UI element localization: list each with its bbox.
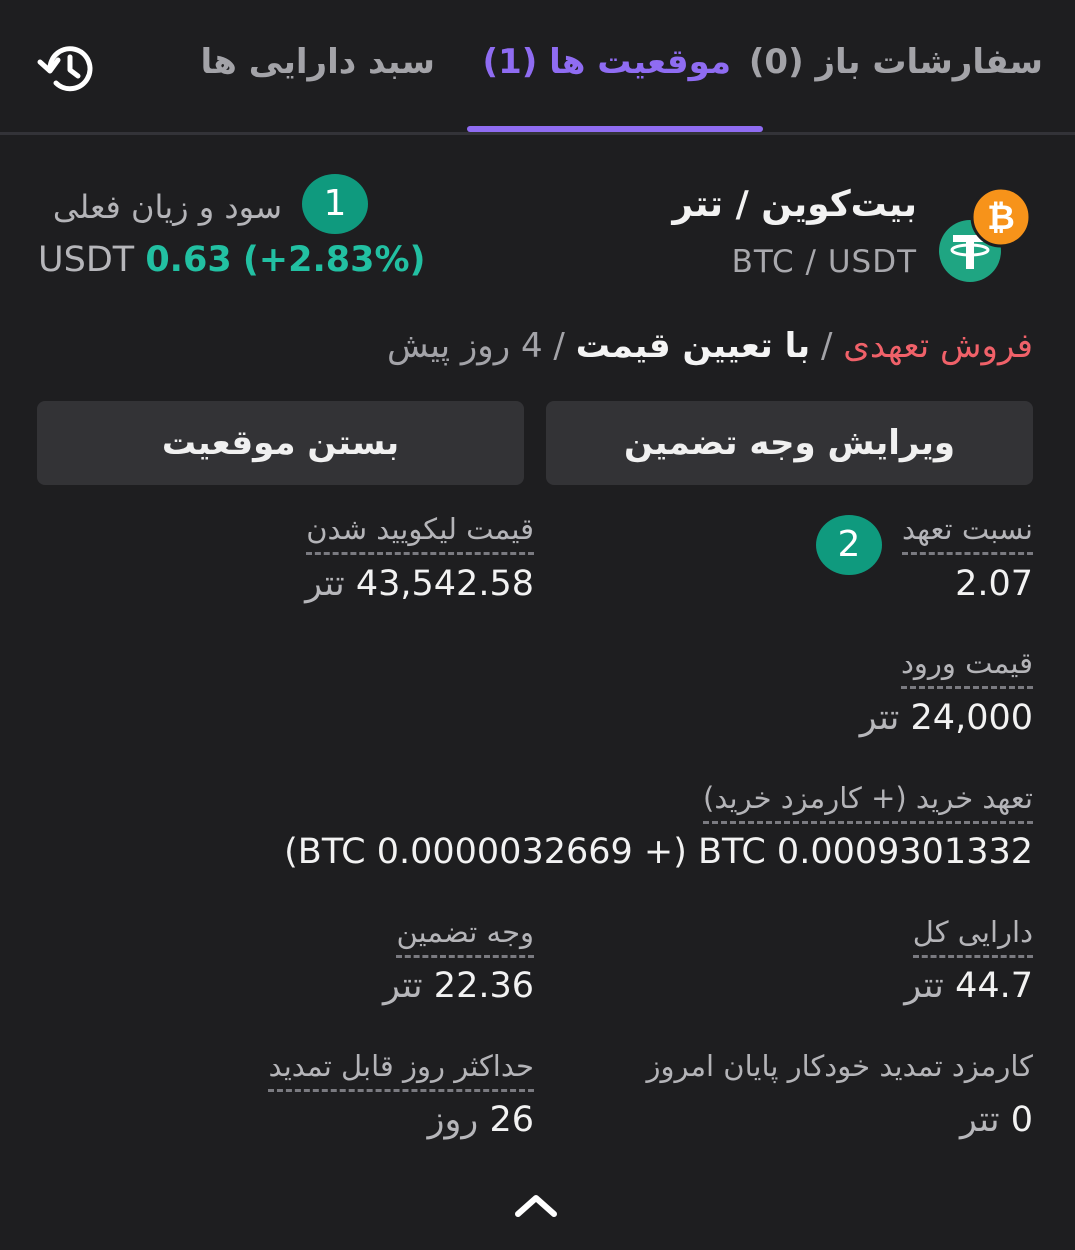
total-assets-label[interactable]: دارایی کل xyxy=(912,915,1033,958)
renewal-fee-unit: تتر xyxy=(959,1100,1000,1140)
pnl-percent: (+2.83%) xyxy=(242,240,426,280)
liquidation-price-value: 43,542.58 تتر xyxy=(305,564,534,604)
entry-price-value: 24,000 تتر xyxy=(860,698,1033,738)
history-icon[interactable] xyxy=(36,40,98,98)
total-assets-unit: تتر xyxy=(904,966,944,1006)
tab-positions[interactable]: موقعیت ها (1) xyxy=(483,42,731,82)
pair-title: بیت‌کوین / تتر xyxy=(672,184,917,225)
margin-label[interactable]: وجه تضمین xyxy=(396,915,534,958)
total-assets-number: 44.7 xyxy=(955,966,1033,1006)
leverage-label[interactable]: نسبت تعهد xyxy=(901,512,1033,555)
step-badge-2: 2 xyxy=(816,515,882,575)
liquidation-price-unit: تتر xyxy=(305,564,345,604)
svg-text:₿: ₿ xyxy=(987,198,1015,238)
tab-open-orders[interactable]: سفارشات باز (0) xyxy=(749,42,1043,82)
pnl-currency: USDT xyxy=(38,240,135,280)
pair-symbol: BTC / USDT xyxy=(731,244,917,280)
entry-price-number: 24,000 xyxy=(910,698,1033,738)
commitment-label[interactable]: تعهد خرید (+ کارمزد خرید) xyxy=(703,781,1033,824)
close-position-button[interactable]: بستن موقعیت xyxy=(37,401,524,485)
chevron-up-icon[interactable] xyxy=(512,1190,560,1220)
separator: / xyxy=(820,326,833,366)
max-days-label[interactable]: حداکثر روز قابل تمدید xyxy=(268,1049,534,1092)
liquidation-price-label[interactable]: قیمت لیکویید شدن xyxy=(306,512,534,555)
max-days-number: 26 xyxy=(489,1100,534,1140)
order-type: با تعیین قیمت xyxy=(575,326,811,366)
margin-number: 22.36 xyxy=(433,966,534,1006)
entry-price-unit: تتر xyxy=(859,698,900,738)
pnl-value: USDT 0.63 (+2.83%) xyxy=(38,240,426,280)
margin-unit: تتر xyxy=(383,966,423,1006)
entry-price-label[interactable]: قیمت ورود xyxy=(900,646,1033,689)
position-side: فروش تعهدی xyxy=(843,326,1033,366)
max-days-value: 26 روز xyxy=(428,1100,534,1140)
max-days-unit: روز xyxy=(427,1100,479,1140)
total-assets-value: 44.7 تتر xyxy=(904,966,1033,1006)
position-time: 4 روز پیش xyxy=(387,326,543,366)
step-badge-1: 1 xyxy=(302,174,368,234)
leverage-value: 2.07 xyxy=(955,564,1033,604)
position-info: فروش تعهدی / با تعیین قیمت / 4 روز پیش xyxy=(387,326,1033,366)
separator: / xyxy=(553,326,565,366)
renewal-fee-label: کارمزد تمدید خودکار پایان امروز xyxy=(646,1049,1033,1083)
commitment-value: (BTC 0.0000032669 +) BTC 0.0009301332 xyxy=(284,832,1033,872)
renewal-fee-number: 0 xyxy=(1010,1100,1033,1140)
pnl-label: سود و زیان فعلی xyxy=(52,188,282,226)
active-tab-indicator xyxy=(467,126,763,132)
bitcoin-icon: ₿ xyxy=(970,186,1032,248)
tab-bar: سفارشات باز (0) موقعیت ها (1) سبد دارایی… xyxy=(0,0,1075,135)
margin-value: 22.36 تتر xyxy=(383,966,534,1006)
pnl-amount: 0.63 xyxy=(145,240,232,280)
tab-portfolio[interactable]: سبد دارایی ها xyxy=(201,42,435,82)
liquidation-price-number: 43,542.58 xyxy=(355,564,534,604)
renewal-fee-value: 0 تتر xyxy=(960,1100,1033,1140)
edit-margin-button[interactable]: ویرایش وجه تضمین xyxy=(546,401,1033,485)
